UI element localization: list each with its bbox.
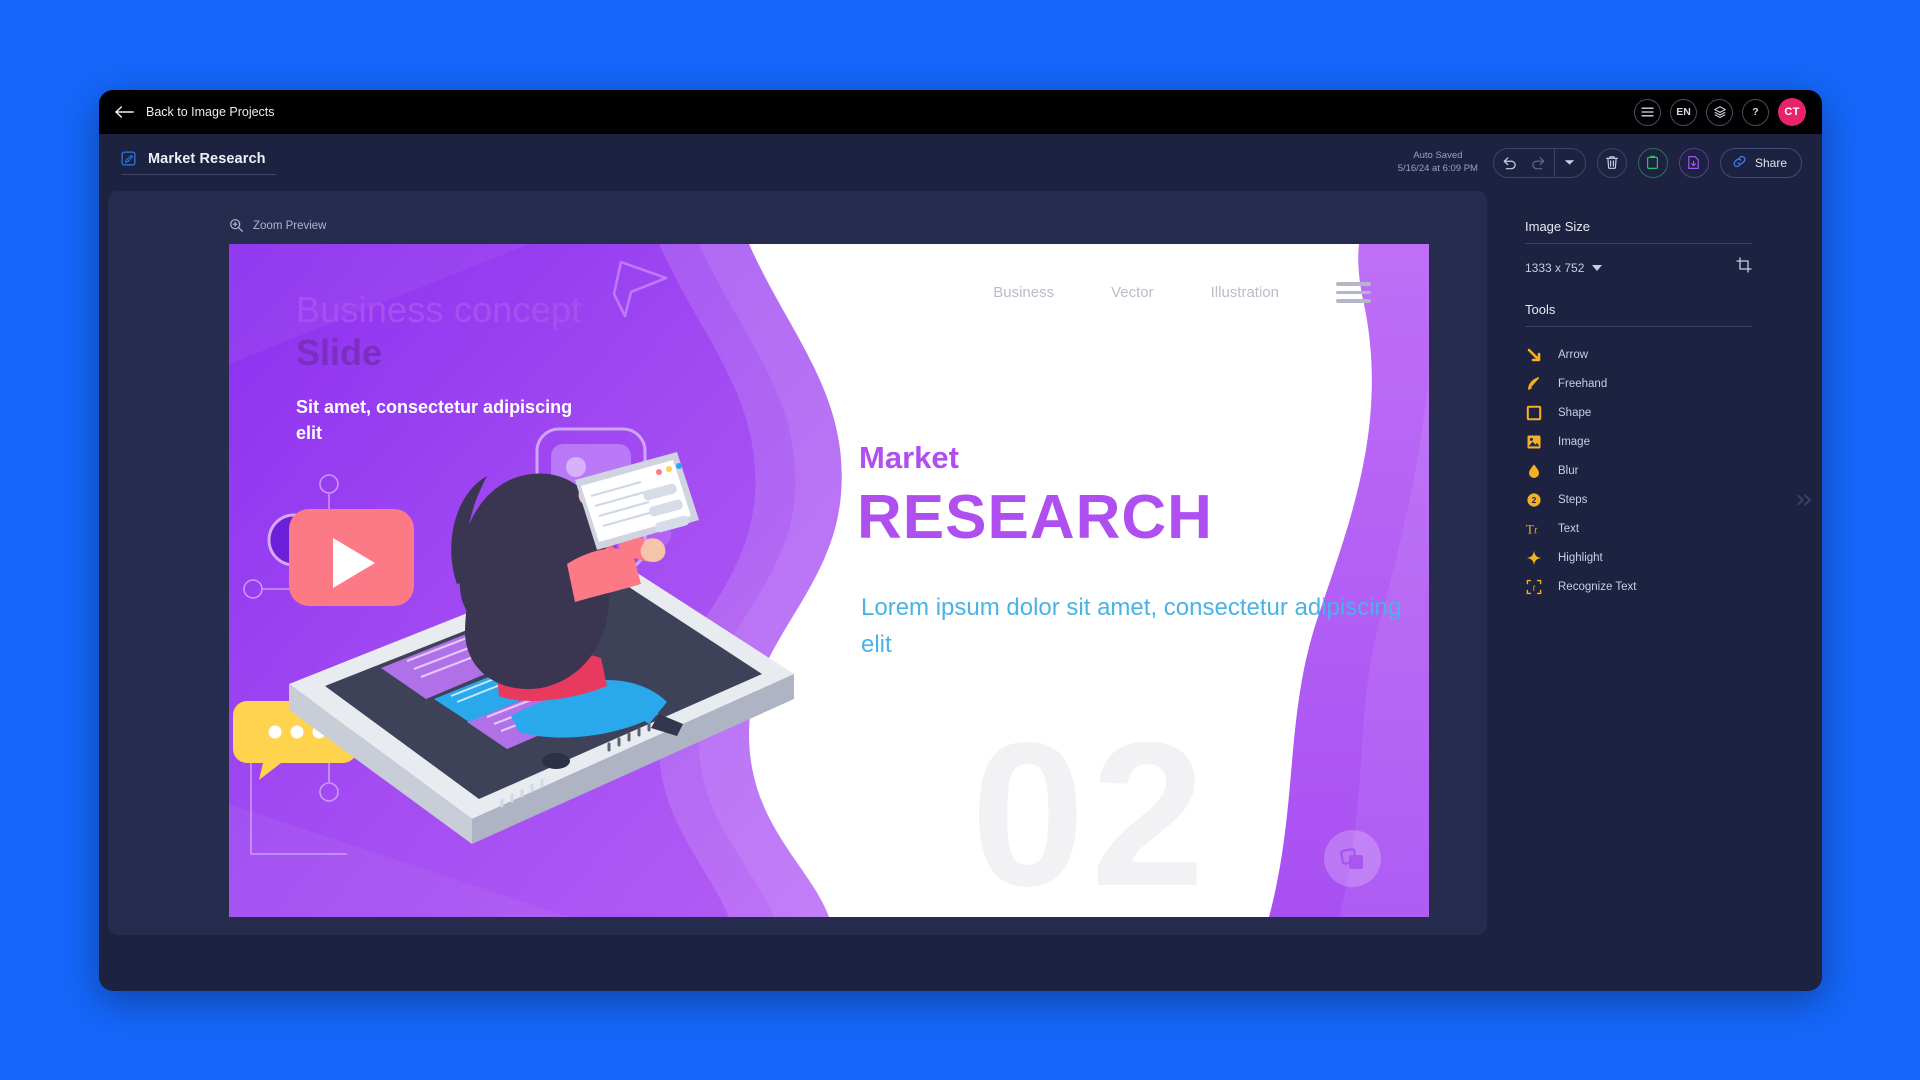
redo-icon[interactable]: [1524, 149, 1554, 177]
image-size-value: 1333 x 752: [1525, 260, 1585, 275]
autosave-timestamp: 5/16/24 at 6:09 PM: [1397, 162, 1478, 174]
tool-freehand[interactable]: Freehand: [1525, 369, 1752, 398]
image-size-heading: Image Size: [1525, 219, 1752, 244]
tool-label: Arrow: [1558, 348, 1589, 361]
svg-text:t: t: [1532, 582, 1535, 592]
tools-heading: Tools: [1525, 302, 1752, 327]
double-chevron-right-icon[interactable]: [1795, 491, 1813, 512]
link-icon: [1732, 154, 1747, 172]
crop-icon[interactable]: [1736, 257, 1752, 278]
chevron-down-icon: [1592, 264, 1603, 271]
zoom-preview-button[interactable]: Zoom Preview: [229, 218, 327, 233]
image-tool-icon: [1525, 433, 1542, 450]
tool-text[interactable]: Tt Text: [1525, 514, 1752, 543]
slide-nav-item-illustration[interactable]: Illustration: [1211, 284, 1279, 301]
tool-blur[interactable]: Blur: [1525, 456, 1752, 485]
canvas-area: Zoom Preview 02 Business Vector Illustra…: [108, 191, 1487, 935]
text-tool-icon: Tt: [1525, 520, 1542, 537]
editor-body: Zoom Preview 02 Business Vector Illustra…: [99, 191, 1822, 991]
undo-icon[interactable]: [1494, 149, 1524, 177]
svg-text:T: T: [1526, 521, 1534, 536]
page-title[interactable]: Market Research: [148, 151, 266, 167]
slide-kicker-bold: Slide: [296, 332, 383, 373]
back-label: Back to Image Projects: [146, 105, 275, 119]
tool-label: Text: [1558, 522, 1580, 535]
drop-tool-icon: [1525, 462, 1542, 479]
autosave-label: Auto Saved: [1413, 149, 1463, 161]
tool-arrow[interactable]: Arrow: [1525, 340, 1752, 369]
slide-nav-item-vector[interactable]: Vector: [1111, 284, 1154, 301]
help-button[interactable]: ?: [1742, 98, 1769, 126]
share-label: Share: [1754, 155, 1787, 170]
autosave-status: Auto Saved 5/16/24 at 6:09 PM: [1398, 150, 1478, 176]
slide-background-artwork: [229, 244, 1429, 917]
slide-nav-item-business[interactable]: Business: [993, 284, 1054, 301]
app-window: Back to Image Projects EN ? CT Market Re…: [99, 90, 1822, 991]
pen-tool-icon: [1525, 375, 1542, 392]
top-navigation-bar: Back to Image Projects EN ? CT: [99, 90, 1822, 134]
sparkle-tool-icon: [1525, 549, 1542, 566]
slide-title-big: RESEARCH: [857, 483, 1213, 552]
slide-body-text: Lorem ipsum dolor sit amet, consectetur …: [861, 594, 1402, 659]
tool-label: Highlight: [1558, 551, 1603, 564]
topbar-actions: EN ? CT: [1634, 98, 1806, 126]
zoom-preview-label: Zoom Preview: [253, 219, 327, 232]
tool-shape[interactable]: Shape: [1525, 398, 1752, 427]
delete-button[interactable]: [1596, 147, 1627, 178]
svg-text:t: t: [1534, 525, 1537, 536]
arrow-left-icon: [115, 105, 135, 119]
tool-label: Freehand: [1558, 377, 1608, 390]
tool-highlight[interactable]: Highlight: [1525, 543, 1752, 572]
language-selector[interactable]: EN: [1670, 98, 1697, 126]
image-size-selector[interactable]: 1333 x 752: [1525, 260, 1603, 275]
layers-icon[interactable]: [1706, 98, 1733, 126]
slide-subtitle: Sit amet, consectetur adipiscing elit: [296, 397, 573, 444]
tool-list: Arrow Freehand Shape Image Blur 2 Steps …: [1525, 340, 1752, 601]
arrow-tool-icon: [1525, 346, 1542, 363]
hamburger-menu-icon[interactable]: [1336, 282, 1371, 303]
title-group: Market Research: [121, 151, 276, 175]
chevron-down-icon[interactable]: [1555, 149, 1585, 177]
tool-label: Blur: [1558, 464, 1579, 477]
document-actions: Auto Saved 5/16/24 at 6:09 PM Share: [1398, 147, 1802, 178]
copy-button[interactable]: [1637, 147, 1668, 178]
tool-label: Steps: [1558, 493, 1588, 506]
copy-squares-icon[interactable]: [1324, 830, 1381, 887]
slide-title-small: Market: [859, 440, 959, 475]
project-title-bar: Market Research Auto Saved 5/16/24 at 6:…: [99, 134, 1822, 191]
hamburger-menu-icon[interactable]: [1634, 98, 1661, 126]
numbered-step-icon: 2: [1525, 491, 1542, 508]
svg-text:2: 2: [1531, 495, 1536, 505]
slide-nav: Business Vector Illustration: [993, 282, 1371, 303]
slide-kicker: Business concept: [296, 289, 582, 330]
ocr-tool-icon: t: [1525, 578, 1542, 595]
tool-label: Recognize Text: [1558, 580, 1637, 593]
slide-watermark: 02: [970, 699, 1211, 917]
avatar[interactable]: CT: [1778, 98, 1806, 126]
slide-image[interactable]: 02 Business Vector Illustration Business…: [229, 244, 1429, 917]
tool-recognize-text[interactable]: t Recognize Text: [1525, 572, 1752, 601]
image-size-row: 1333 x 752: [1525, 257, 1752, 278]
tool-steps[interactable]: 2 Steps: [1525, 485, 1752, 514]
back-to-image-projects-button[interactable]: Back to Image Projects: [115, 105, 275, 119]
history-controls: [1492, 147, 1586, 178]
square-tool-icon: [1525, 404, 1542, 421]
tools-sidebar: Image Size 1333 x 752 Tools Arrow Freeha…: [1487, 191, 1811, 991]
download-button[interactable]: [1678, 147, 1709, 178]
tool-label: Shape: [1558, 406, 1592, 419]
tool-image[interactable]: Image: [1525, 427, 1752, 456]
tool-label: Image: [1558, 435, 1590, 448]
magnifier-plus-icon: [229, 218, 244, 233]
share-button[interactable]: Share: [1719, 147, 1802, 178]
edit-square-icon[interactable]: [121, 151, 136, 166]
